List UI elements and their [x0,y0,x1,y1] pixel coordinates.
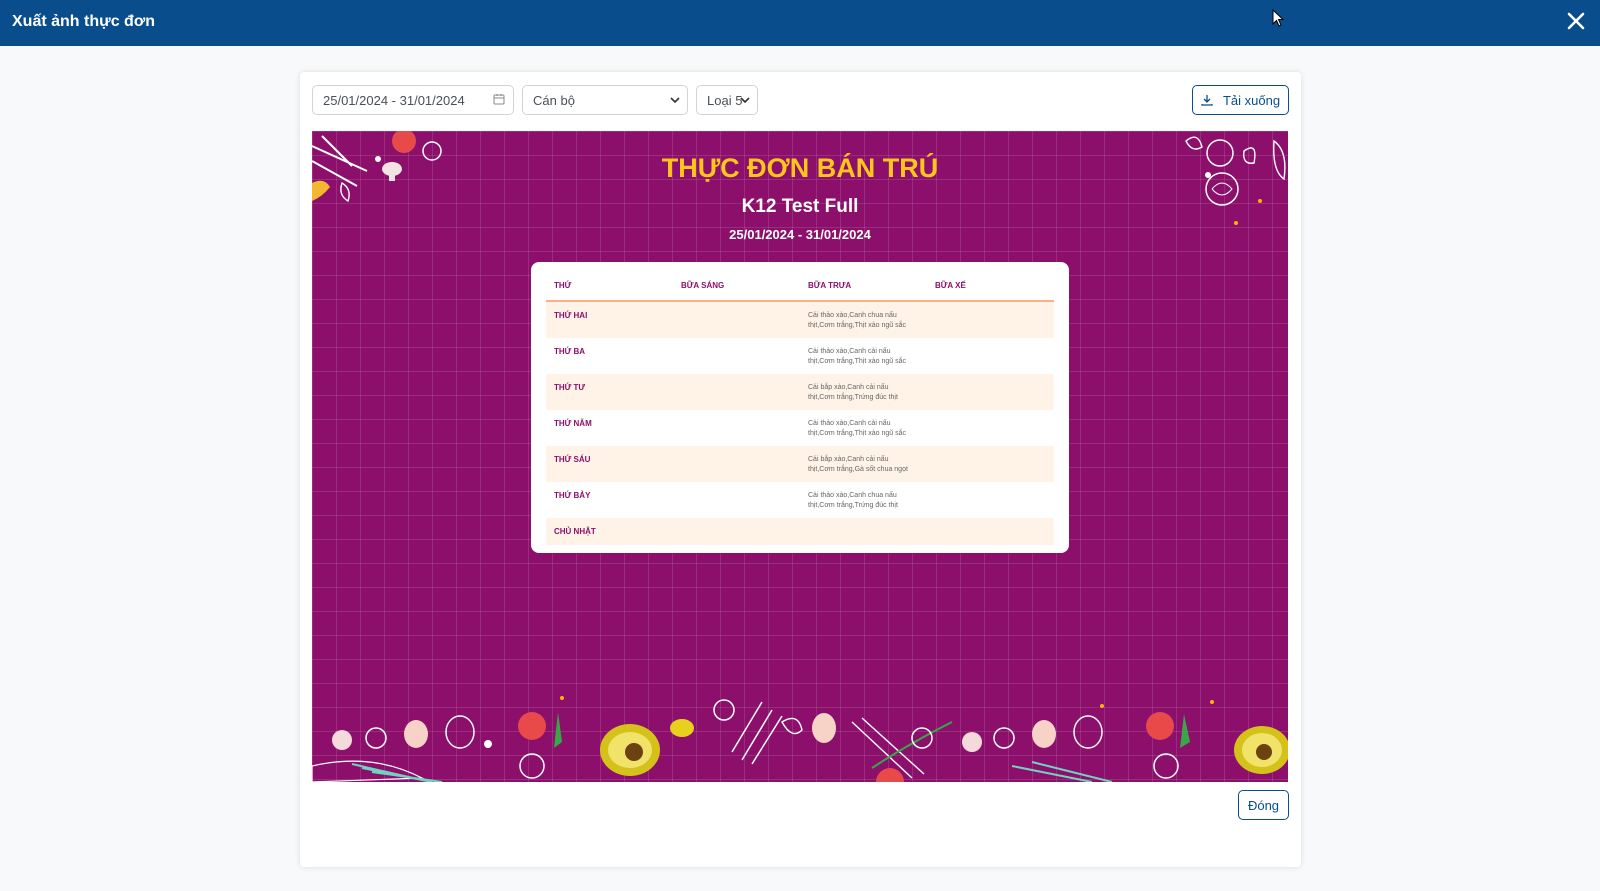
breakfast-cell [673,347,800,374]
menu-poster-preview: THỰC ĐƠN BÁN TRÚ K12 Test Full 25/01/202… [312,131,1288,782]
lunch-line: Cải thảo xào,Canh cải nấu [808,348,891,355]
snack-cell [927,527,1054,545]
day-cell: THỨ NĂM [554,419,592,428]
column-header-breakfast: BỮA SÁNG [681,280,725,290]
table-row: THỨ HAI Cải thảo xào,Canh chua nấu thịt,… [546,302,1054,338]
lunch-line: Cải bắp xào,Canh cải nấu [808,384,889,391]
modal-title: Xuất ảnh thực đơn [12,13,155,30]
audience-select[interactable]: Cán bộ [522,85,688,115]
table-row: CHỦ NHẬT [546,518,1054,545]
breakfast-cell [673,455,800,482]
breakfast-cell [673,419,800,446]
lunch-cell: Cải thảo xào,Canh chua nấu thịt,Cơm trắn… [800,311,927,338]
column-header-lunch: BỮA TRƯA [808,280,852,290]
lunch-cell: Cải thảo xào,Canh chua nấu thịt,Cơm trắn… [800,491,927,518]
calendar-icon [493,94,505,105]
audience-select-value: Cán bộ [533,92,575,108]
modal-header: Xuất ảnh thực đơn [0,0,1600,46]
lunch-line: Cải bắp xào,Canh cải nấu [808,456,889,463]
breakfast-cell [673,491,800,518]
vegetable-illustration-bottom [312,696,1288,782]
lunch-line: thịt,Cơm trắng,Thịt xào ngũ sắc [808,430,906,437]
mouse-cursor-icon [1272,9,1285,27]
table-row: THỨ SÁU Cải bắp xào,Canh cải nấu thịt,Cơ… [546,446,1054,482]
chevron-down-icon [670,97,680,104]
snack-cell [927,311,1054,338]
snack-cell [927,383,1054,410]
menu-type-select[interactable]: Loại 5 [696,85,758,115]
close-button[interactable]: Đóng [1238,790,1289,820]
poster-school-name: K12 Test Full [741,196,859,217]
poster-date-range: 25/01/2024 - 31/01/2024 [729,227,871,242]
snack-cell [927,347,1054,374]
lunch-line: thịt,Cơm trắng,Thịt xào ngũ sắc [808,358,906,365]
lunch-line: thịt,Cơm trắng,Trứng đúc thịt [808,394,898,401]
lunch-line: thịt,Cơm trắng,Trứng đúc thịt [808,502,898,509]
date-range-value: 25/01/2024 - 31/01/2024 [323,92,465,108]
download-icon [1201,95,1213,106]
breakfast-cell [673,383,800,410]
download-button[interactable]: Tải xuống [1192,85,1289,115]
column-header-day: THỨ [554,280,572,290]
lunch-cell: Cải bắp xào,Canh cải nấu thịt,Cơm trắng,… [800,455,927,482]
menu-table: THỨ BỮA SÁNG BỮA TRƯA BỮA XẾ THỨ HAI Cải… [531,262,1069,553]
lunch-line: Cải thảo xào,Canh cải nấu [808,420,891,427]
day-cell: THỨ HAI [554,311,588,320]
date-range-input[interactable]: 25/01/2024 - 31/01/2024 [312,85,514,115]
lunch-cell: Cải thảo xào,Canh cải nấu thịt,Cơm trắng… [800,419,927,446]
poster-title: THỰC ĐƠN BÁN TRÚ [661,153,939,183]
snack-cell [927,455,1054,482]
chevron-down-icon [740,97,750,104]
table-row: THỨ BẢY Cải thảo xào,Canh chua nấu thịt,… [546,482,1054,518]
breakfast-cell [673,527,800,545]
snack-cell [927,491,1054,518]
lunch-line: Cải thảo xào,Canh chua nấu [808,492,897,499]
day-cell: THỨ SÁU [554,455,591,464]
column-header-snack: BỮA XẾ [935,280,966,290]
lunch-line: Cải thảo xào,Canh chua nấu [808,312,897,319]
menu-type-select-value: Loại 5 [707,92,743,108]
day-cell: THỨ TƯ [554,383,586,392]
table-row: THỨ BA Cải thảo xào,Canh cải nấu thịt,Cơ… [546,338,1054,374]
lunch-cell: Cải thảo xào,Canh cải nấu thịt,Cơm trắng… [800,347,927,374]
lunch-cell [800,527,927,545]
lunch-line: thịt,Cơm trắng,Gà sốt chua ngọt [808,466,908,473]
close-icon[interactable] [1564,9,1588,33]
snack-cell [927,419,1054,446]
lunch-cell: Cải bắp xào,Canh cải nấu thịt,Cơm trắng,… [800,383,927,410]
table-row: THỨ NĂM Cải thảo xào,Canh cải nấu thịt,C… [546,410,1054,446]
day-cell: THỨ BẢY [554,491,591,500]
day-cell: CHỦ NHẬT [554,527,596,536]
breakfast-cell [673,311,800,338]
menu-table-header: THỨ BỮA SÁNG BỮA TRƯA BỮA XẾ [546,270,1054,302]
export-menu-card: 25/01/2024 - 31/01/2024 Cán bộ Loại 5 Tả… [300,72,1301,867]
download-button-label: Tải xuống [1222,92,1281,108]
day-cell: THỨ BA [554,347,586,356]
lunch-line: thịt,Cơm trắng,Thịt xào ngũ sắc [808,322,906,329]
table-row: THỨ TƯ Cải bắp xào,Canh cải nấu thịt,Cơm… [546,374,1054,410]
